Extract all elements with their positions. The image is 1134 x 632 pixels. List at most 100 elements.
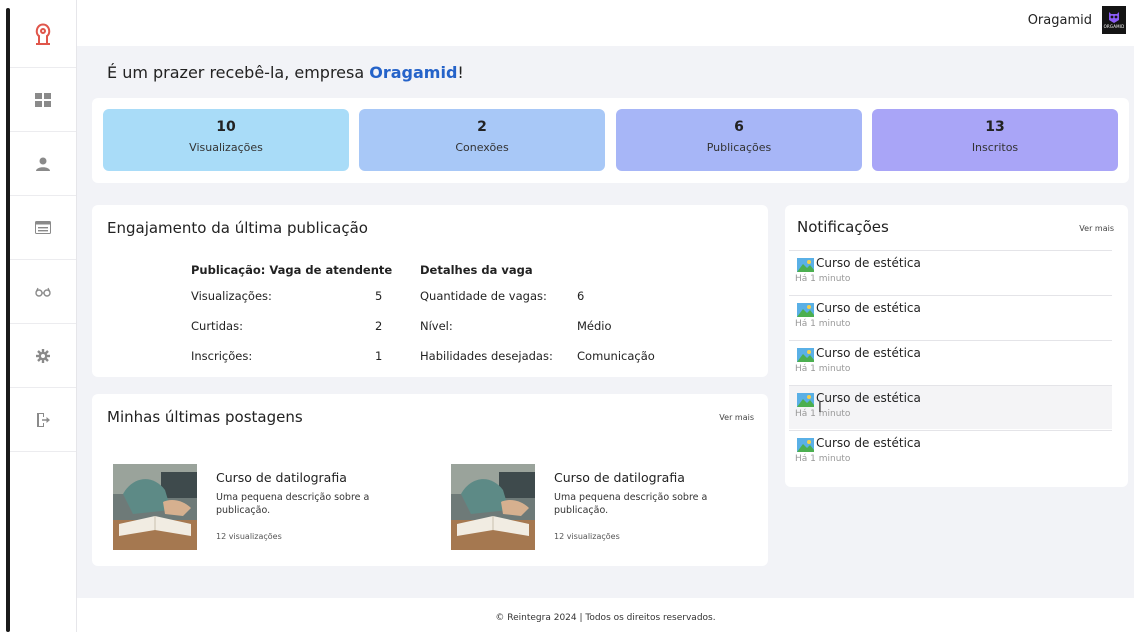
avatar[interactable]: ORGAMID (1102, 6, 1126, 34)
browser-window-icon (35, 221, 51, 234)
details-heading: Detalhes da vaga (420, 263, 533, 277)
user-name: Oragamid (1027, 12, 1092, 28)
text-cursor-icon: I (818, 401, 822, 416)
metric-value: 1 (375, 349, 383, 363)
logo-icon (35, 23, 51, 45)
posts-see-more-link[interactable]: Ver mais (719, 413, 754, 422)
notification-title: Curso de estética (816, 346, 921, 360)
metric-value: 2 (375, 319, 383, 333)
metric-row: Visualizações: 5 (191, 289, 392, 319)
notification-time: Há 1 minuto (795, 274, 851, 284)
notification-title: Curso de estética (816, 301, 921, 315)
stat-visualizacoes[interactable]: 10 Visualizações (103, 109, 349, 171)
footer-text: © Reintegra 2024 | Todos os direitos res… (495, 613, 716, 623)
sidebar-item-logout[interactable] (10, 388, 76, 452)
stat-conexoes[interactable]: 2 Conexões (359, 109, 605, 171)
recent-posts-title: Minhas últimas postagens (107, 408, 303, 426)
notification-item[interactable]: Curso de estética Há 1 minuto (789, 295, 1112, 339)
avatar-text: ORGAMID (1103, 23, 1125, 29)
detail-label: Habilidades desejadas: (420, 349, 553, 363)
post-views: 12 visualizações (554, 532, 620, 541)
stat-publicacoes[interactable]: 6 Publicações (616, 109, 862, 171)
detail-row: Quantidade de vagas: 6 (420, 289, 655, 319)
stat-label: Inscritos (971, 141, 1019, 154)
post-description: Uma pequena descrição sobre a publicação… (554, 492, 708, 516)
notification-time: Há 1 minuto (795, 319, 851, 329)
detail-label: Nível: (420, 319, 453, 333)
engagement-card: Engajamento da última publicação Publica… (92, 205, 768, 377)
glasses-icon (35, 287, 51, 297)
gear-icon (36, 348, 50, 363)
post-title: Curso de datilografia (554, 470, 685, 485)
sidebar (10, 0, 77, 632)
image-icon (797, 438, 814, 452)
sidebar-item-publications[interactable] (10, 196, 76, 260)
post-thumbnail (451, 464, 535, 550)
stat-inscritos[interactable]: 13 Inscritos (872, 109, 1118, 171)
image-icon (797, 348, 814, 362)
owl-logo-icon (1109, 11, 1119, 23)
job-details: Detalhes da vaga Quantidade de vagas: 6 N… (420, 263, 655, 379)
user-icon (36, 157, 50, 171)
engagement-title: Engajamento da última publicação (107, 219, 368, 237)
post-card[interactable]: Curso de datilografia Uma pequena descri… (451, 464, 771, 552)
notifications-title: Notificações (797, 218, 889, 236)
notification-item[interactable]: Curso de estética Há 1 minuto (789, 430, 1112, 474)
metric-label: Curtidas: (191, 319, 243, 333)
sidebar-item-candidates[interactable] (10, 260, 76, 324)
notifications-card: Notificações Ver mais Curso de estética … (785, 205, 1128, 487)
post-title: Curso de datilografia (216, 470, 347, 485)
metric-row: Curtidas: 2 (191, 319, 392, 349)
top-header: Oragamid ORGAMID (77, 0, 1134, 46)
detail-row: Habilidades desejadas: Comunicação (420, 349, 655, 379)
dashboard-icon (35, 92, 51, 107)
stats-panel: 10 Visualizações 2 Conexões 6 Publicaçõe… (92, 98, 1129, 183)
notification-item[interactable]: Curso de estética Há 1 minuto (789, 340, 1112, 384)
notification-item[interactable]: Curso de estética Há 1 minuto (789, 385, 1112, 429)
detail-value: Comunicação (577, 349, 655, 363)
metric-value: 5 (375, 289, 383, 303)
company-name: Oragamid (369, 63, 458, 82)
notification-title: Curso de estética (816, 436, 921, 450)
user-menu[interactable]: Oragamid ORGAMID (1028, 6, 1126, 34)
stat-label: Conexões (455, 141, 509, 154)
welcome-message: É um prazer recebê-la, empresa Oragamid! (107, 63, 464, 82)
welcome-suffix: ! (457, 63, 464, 82)
detail-label: Quantidade de vagas: (420, 289, 547, 303)
post-views: 12 visualizações (216, 532, 282, 541)
engagement-metrics: Publicação: Vaga de atendente Visualizaç… (191, 263, 392, 379)
notification-time: Há 1 minuto (795, 454, 851, 464)
stat-label: Publicações (706, 141, 772, 154)
stat-value: 6 (734, 119, 744, 135)
notification-time: Há 1 minuto (795, 409, 851, 419)
welcome-prefix: É um prazer recebê-la, empresa (107, 63, 370, 82)
logout-icon (37, 412, 50, 427)
notification-item[interactable]: Curso de estética Há 1 minuto (789, 250, 1112, 294)
sidebar-item-profile[interactable] (10, 132, 76, 196)
window-edge (0, 0, 10, 632)
stat-value: 2 (477, 119, 487, 135)
notification-title: Curso de estética (816, 391, 921, 405)
notification-title: Curso de estética (816, 256, 921, 270)
image-icon (797, 303, 814, 317)
recent-posts-card: Minhas últimas postagens Ver mais Curso … (92, 394, 768, 566)
post-thumbnail (113, 464, 197, 550)
image-icon (797, 393, 814, 407)
footer: © Reintegra 2024 | Todos os direitos res… (77, 598, 1134, 632)
detail-row: Nível: Médio (420, 319, 655, 349)
metric-row: Inscrições: 1 (191, 349, 392, 379)
post-card[interactable]: Curso de datilografia Uma pequena descri… (113, 464, 433, 552)
sidebar-item-settings[interactable] (10, 324, 76, 388)
detail-value: Médio (577, 319, 612, 333)
metric-label: Inscrições: (191, 349, 253, 363)
stat-label: Visualizações (189, 141, 263, 154)
sidebar-logo[interactable] (10, 0, 76, 68)
stat-value: 10 (216, 119, 236, 135)
notifications-see-more-link[interactable]: Ver mais (1079, 224, 1114, 233)
post-heading: Publicação: Vaga de atendente (191, 263, 393, 277)
notification-time: Há 1 minuto (795, 364, 851, 374)
sidebar-item-dashboard[interactable] (10, 68, 76, 132)
metric-label: Visualizações: (191, 289, 272, 303)
post-description: Uma pequena descrição sobre a publicação… (216, 492, 370, 516)
stat-value: 13 (985, 119, 1005, 135)
